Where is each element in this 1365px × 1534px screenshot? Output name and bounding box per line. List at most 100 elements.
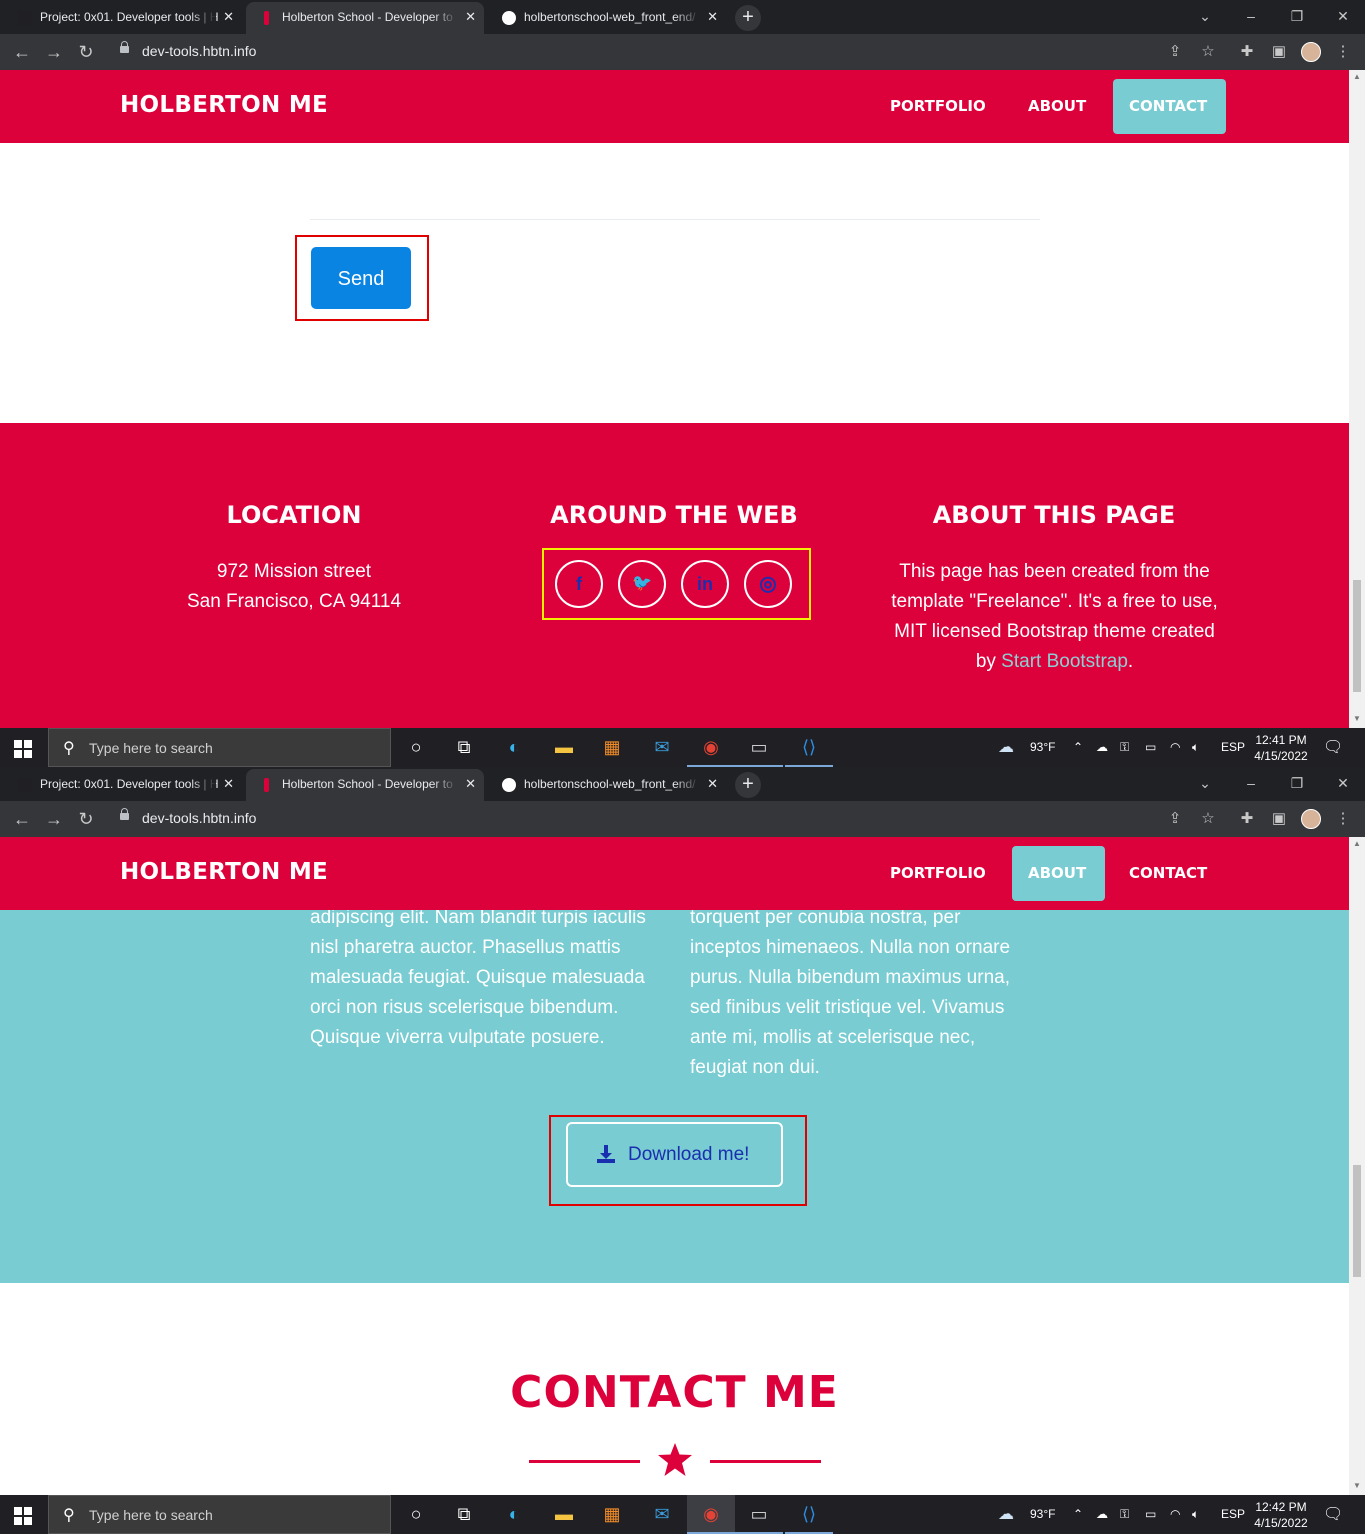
browser-tab[interactable]: Project: 0x01. Developer tools | H ✕ (4, 769, 242, 801)
weather-temp[interactable]: 93°F (1030, 1495, 1055, 1534)
profile-avatar[interactable] (1301, 809, 1321, 829)
mail-icon[interactable]: ✉ (638, 728, 686, 767)
battery-icon[interactable]: ▭ (1145, 728, 1156, 767)
scroll-down-icon[interactable]: ▼ (1353, 1481, 1361, 1490)
store-icon[interactable]: ▦ (588, 1495, 636, 1534)
reload-icon[interactable]: ↻ (74, 40, 98, 64)
site-brand[interactable]: HOLBERTON ME (120, 859, 328, 885)
volume-icon[interactable]: 🔈︎ (1192, 728, 1199, 767)
browser-tab-active[interactable]: Holberton School - Developer to ✕ (246, 2, 484, 34)
browser-tab[interactable]: Project: 0x01. Developer tools | H ✕ (4, 2, 242, 34)
file-explorer-icon[interactable]: ▬ (540, 1495, 588, 1534)
wifi-icon[interactable]: ◠ (1170, 1495, 1180, 1534)
taskbar-search[interactable]: ⚲ Type here to search (48, 1495, 391, 1534)
address-bar[interactable]: dev-tools.hbtn.info (110, 38, 1230, 66)
task-view-icon[interactable]: ⧉ (440, 728, 488, 767)
page-scrollbar[interactable]: ▲ ▼ (1349, 837, 1365, 1495)
page-scrollbar[interactable]: ▲ ▼ (1349, 70, 1365, 728)
tray-chevron-icon[interactable]: ⌃ (1073, 728, 1083, 767)
terminal-icon[interactable]: ▭ (735, 728, 783, 767)
nav-portfolio[interactable]: PORTFOLIO (874, 846, 1002, 901)
close-tab-icon[interactable]: ✕ (223, 769, 234, 799)
extensions-icon[interactable]: ✚ (1237, 809, 1257, 829)
scroll-thumb[interactable] (1353, 1165, 1361, 1277)
nav-about[interactable]: ABOUT (1012, 79, 1102, 134)
battery-icon[interactable]: ▭ (1145, 1495, 1156, 1534)
back-icon[interactable]: ← (10, 40, 34, 64)
side-panel-icon[interactable]: ▣ (1269, 809, 1289, 829)
minimize-icon[interactable]: – (1228, 0, 1274, 34)
close-window-icon[interactable]: ✕ (1320, 767, 1365, 801)
address-bar[interactable]: dev-tools.hbtn.info (110, 805, 1230, 833)
task-view-icon[interactable]: ⧉ (440, 1495, 488, 1534)
reload-icon[interactable]: ↻ (74, 807, 98, 831)
bookmark-star-icon[interactable]: ☆ (1198, 809, 1218, 829)
language-indicator[interactable]: ESP (1221, 728, 1245, 767)
edge-icon[interactable]: ◐ (490, 1495, 538, 1534)
security-icon[interactable]: ⚿ (1120, 728, 1129, 767)
nav-portfolio[interactable]: PORTFOLIO (874, 79, 1002, 134)
restore-icon[interactable]: ❐ (1274, 767, 1320, 801)
edge-icon[interactable]: ◐ (490, 728, 538, 767)
chrome-icon[interactable]: ◉ (687, 1495, 735, 1534)
language-indicator[interactable]: ESP (1221, 1495, 1245, 1534)
close-window-icon[interactable]: ✕ (1320, 0, 1365, 34)
forward-icon[interactable]: → (42, 40, 66, 64)
restore-icon[interactable]: ❐ (1274, 0, 1320, 34)
scroll-thumb[interactable] (1353, 580, 1361, 692)
onedrive-icon[interactable]: ☁ (1096, 1495, 1108, 1534)
extensions-icon[interactable]: ✚ (1237, 42, 1257, 62)
taskbar-search[interactable]: ⚲ Type here to search (48, 728, 391, 767)
share-icon[interactable]: ⇪ (1165, 809, 1185, 829)
forward-icon[interactable]: → (42, 807, 66, 831)
close-tab-icon[interactable]: ✕ (465, 769, 476, 799)
weather-temp[interactable]: 93°F (1030, 728, 1055, 767)
new-tab-icon[interactable]: + (735, 5, 761, 31)
menu-dots-icon[interactable]: ⋮ (1333, 809, 1353, 829)
nav-contact[interactable]: CONTACT (1113, 79, 1226, 134)
chrome-icon[interactable]: ◉ (687, 728, 735, 767)
file-explorer-icon[interactable]: ▬ (540, 728, 588, 767)
onedrive-icon[interactable]: ☁ (1096, 728, 1108, 767)
mail-icon[interactable]: ✉ (638, 1495, 686, 1534)
scroll-up-icon[interactable]: ▲ (1353, 72, 1361, 81)
bookmark-star-icon[interactable]: ☆ (1198, 42, 1218, 62)
tab-search-icon[interactable]: ⌄ (1182, 767, 1228, 801)
close-tab-icon[interactable]: ✕ (465, 2, 476, 32)
site-brand[interactable]: HOLBERTON ME (120, 92, 328, 118)
browser-tab[interactable]: holbertonschool-web_front_end/ ✕ (488, 2, 726, 34)
taskbar-clock[interactable]: 12:42 PM 4/15/2022 (1250, 1499, 1312, 1531)
vscode-icon[interactable]: ⟨⟩ (785, 1495, 833, 1534)
vscode-icon[interactable]: ⟨⟩ (785, 728, 833, 767)
tray-chevron-icon[interactable]: ⌃ (1073, 1495, 1083, 1534)
cortana-icon[interactable]: ○ (392, 728, 440, 767)
profile-avatar[interactable] (1301, 42, 1321, 62)
start-bootstrap-link[interactable]: Start Bootstrap (1001, 651, 1128, 672)
terminal-icon[interactable]: ▭ (735, 1495, 783, 1534)
scroll-down-icon[interactable]: ▼ (1353, 714, 1361, 723)
weather-icon[interactable]: ☁ (998, 1495, 1014, 1534)
security-icon[interactable]: ⚿ (1120, 1495, 1129, 1534)
browser-tab-active[interactable]: Holberton School - Developer to ✕ (246, 769, 484, 801)
minimize-icon[interactable]: – (1228, 767, 1274, 801)
close-tab-icon[interactable]: ✕ (707, 769, 718, 799)
volume-icon[interactable]: 🔈︎ (1192, 1495, 1199, 1534)
cortana-icon[interactable]: ○ (392, 1495, 440, 1534)
close-tab-icon[interactable]: ✕ (223, 2, 234, 32)
notifications-icon[interactable]: 🗨︎ (1323, 728, 1343, 767)
weather-icon[interactable]: ☁ (998, 728, 1014, 767)
tab-search-icon[interactable]: ⌄ (1182, 0, 1228, 34)
nav-contact[interactable]: CONTACT (1113, 846, 1223, 901)
windows-start-icon[interactable] (14, 740, 32, 758)
back-icon[interactable]: ← (10, 807, 34, 831)
nav-about[interactable]: ABOUT (1012, 846, 1105, 901)
wifi-icon[interactable]: ◠ (1170, 728, 1180, 767)
close-tab-icon[interactable]: ✕ (707, 2, 718, 32)
scroll-up-icon[interactable]: ▲ (1353, 839, 1361, 848)
menu-dots-icon[interactable]: ⋮ (1333, 42, 1353, 62)
browser-tab[interactable]: holbertonschool-web_front_end/ ✕ (488, 769, 726, 801)
store-icon[interactable]: ▦ (588, 728, 636, 767)
side-panel-icon[interactable]: ▣ (1269, 42, 1289, 62)
new-tab-icon[interactable]: + (735, 772, 761, 798)
windows-start-icon[interactable] (14, 1507, 32, 1525)
